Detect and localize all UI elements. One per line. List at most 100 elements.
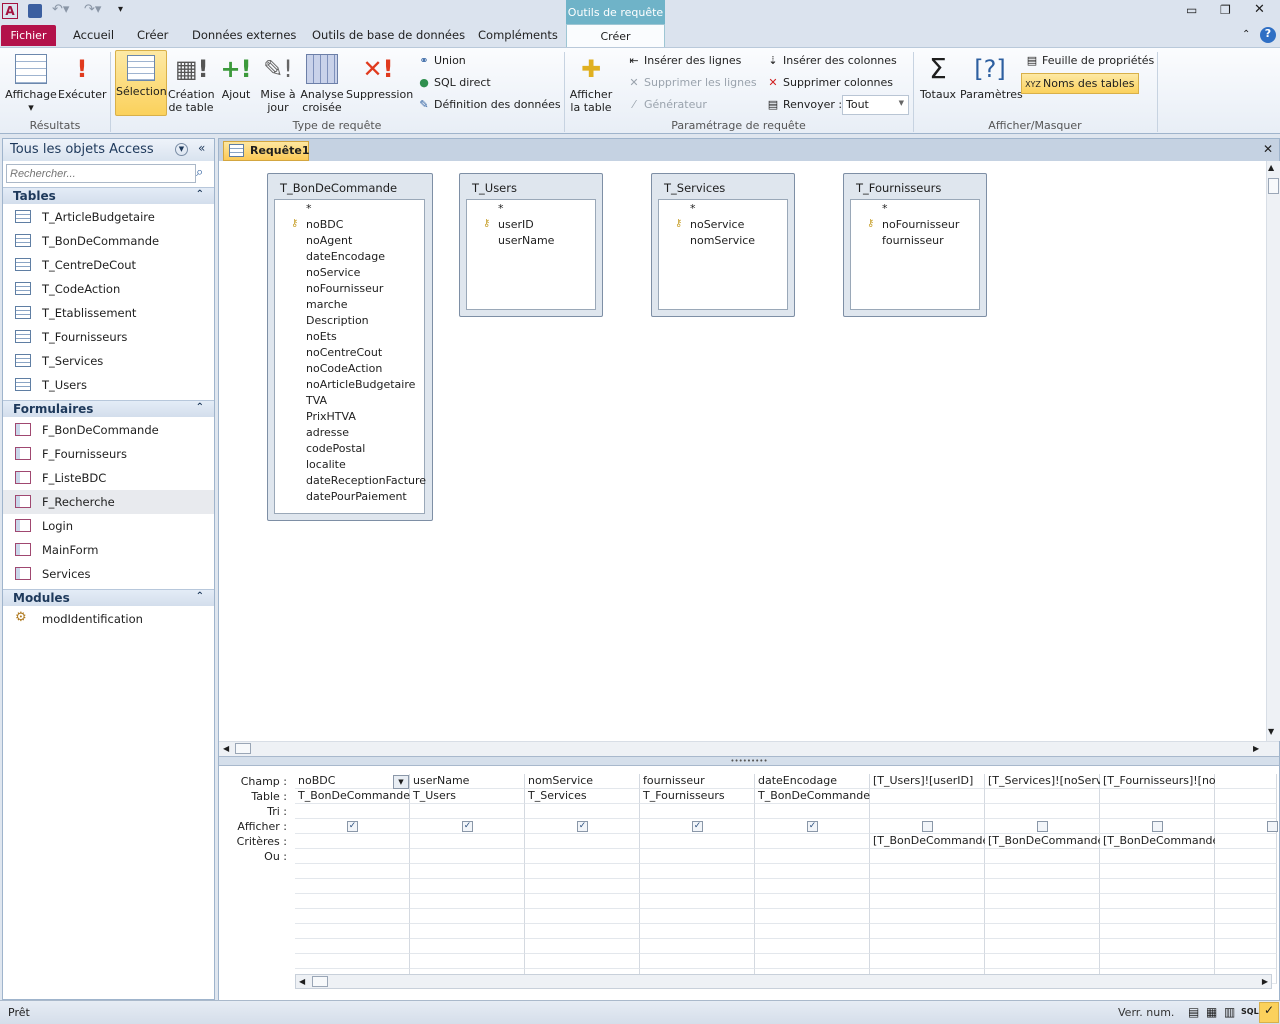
grid-table-cell[interactable] xyxy=(1100,789,1215,804)
append-button[interactable]: +! Ajout xyxy=(216,50,256,116)
grid-cell[interactable] xyxy=(640,924,755,939)
scroll-thumb[interactable] xyxy=(1268,178,1279,194)
grid-cell[interactable] xyxy=(410,924,525,939)
nav-item[interactable]: T_CodeAction xyxy=(3,277,214,301)
grid-cell[interactable] xyxy=(295,939,410,954)
field-list-T_BonDeCommande[interactable]: T_BonDeCommande * noBDC ⚷ noAgent dateEncodag… xyxy=(267,173,433,521)
grid-cell[interactable] xyxy=(525,954,640,969)
collapse-section-icon[interactable]: ⌃ xyxy=(196,591,204,602)
grid-cell[interactable] xyxy=(410,954,525,969)
return-dropdown[interactable]: Tout ▼ xyxy=(842,95,909,115)
nav-menu-dropdown-icon[interactable]: ▼ xyxy=(175,143,188,156)
tab-query-design[interactable]: Créer xyxy=(566,24,665,48)
grid-cell[interactable] xyxy=(640,894,755,909)
nav-item[interactable]: F_Fournisseurs xyxy=(3,442,214,466)
show-checkbox[interactable] xyxy=(1267,821,1278,832)
grid-cell[interactable] xyxy=(1100,909,1215,924)
grid-cell[interactable] xyxy=(1215,924,1277,939)
grid-cell[interactable] xyxy=(1100,879,1215,894)
field-item[interactable]: * xyxy=(498,202,504,215)
insert-columns-button[interactable]: ⇣ Insérer des colonnes xyxy=(765,54,896,67)
nav-section-tables[interactable]: Tables ⌃ xyxy=(3,187,214,204)
grid-cell[interactable] xyxy=(985,804,1100,819)
grid-cell[interactable] xyxy=(1215,849,1277,864)
grid-cell[interactable] xyxy=(295,804,410,819)
grid-criteria-cell[interactable] xyxy=(410,834,525,849)
field-list-title[interactable]: T_Users xyxy=(472,181,517,195)
delete-rows-button[interactable]: ✕ Supprimer les lignes xyxy=(626,76,756,89)
table-names-button[interactable]: XYZ Noms des tables xyxy=(1021,73,1140,94)
grid-cell[interactable] xyxy=(755,909,870,924)
grid-cell[interactable] xyxy=(1100,954,1215,969)
grid-cell[interactable] xyxy=(640,909,755,924)
show-checkbox[interactable] xyxy=(1152,821,1163,832)
grid-cell[interactable] xyxy=(295,954,410,969)
grid-cell[interactable] xyxy=(295,879,410,894)
grid-table-cell[interactable]: T_BonDeCommande xyxy=(755,789,870,804)
grid-field-cell[interactable]: [T_Fournisseurs]![noF xyxy=(1100,774,1215,789)
builder-button[interactable]: ⁄ Générateur xyxy=(626,98,707,111)
field-item[interactable]: noAgent xyxy=(306,234,352,247)
field-item[interactable]: noCodeAction xyxy=(306,362,382,375)
pivot-table-icon[interactable]: ▦ xyxy=(1206,1005,1217,1019)
scroll-up-icon[interactable]: ▲ xyxy=(1268,163,1274,172)
grid-cell[interactable] xyxy=(870,849,985,864)
field-item[interactable]: * xyxy=(306,202,312,215)
help-icon[interactable]: ? xyxy=(1260,27,1276,43)
grid-cell[interactable] xyxy=(755,864,870,879)
field-list-T_Fournisseurs[interactable]: T_Fournisseurs * noFournisseur ⚷ fournisseur xyxy=(843,173,987,317)
grid-cell[interactable] xyxy=(525,894,640,909)
close-button[interactable]: ✕ xyxy=(1254,2,1265,17)
grid-cell[interactable] xyxy=(1100,924,1215,939)
grid-cell[interactable] xyxy=(755,804,870,819)
grid-cell[interactable] xyxy=(755,924,870,939)
scroll-thumb[interactable] xyxy=(235,743,251,754)
pivot-chart-icon[interactable]: ▥ xyxy=(1224,1005,1235,1019)
tab-database-tools[interactable]: Outils de base de données xyxy=(312,28,465,42)
show-checkbox[interactable]: ✓ xyxy=(347,821,358,832)
nav-pane-header[interactable]: Tous les objets Access ▼ « xyxy=(3,139,214,161)
field-list-T_Users[interactable]: T_Users * userID ⚷ userName xyxy=(459,173,603,317)
scroll-right-icon[interactable]: ▶ xyxy=(1262,977,1268,986)
property-sheet-button[interactable]: ▤ Feuille de propriétés xyxy=(1024,54,1154,67)
nav-item[interactable]: T_ArticleBudgetaire xyxy=(3,205,214,229)
field-item[interactable]: noArticleBudgetaire xyxy=(306,378,415,391)
scroll-down-icon[interactable]: ▼ xyxy=(1268,727,1274,736)
document-tab-query1[interactable]: Requête1 xyxy=(223,141,309,161)
show-checkbox[interactable]: ✓ xyxy=(462,821,473,832)
field-item[interactable]: * xyxy=(882,202,888,215)
field-item[interactable]: fournisseur xyxy=(882,234,944,247)
grid-cell[interactable] xyxy=(525,849,640,864)
grid-field-cell[interactable]: [T_Services]![noService xyxy=(985,774,1100,789)
scroll-thumb[interactable] xyxy=(312,976,328,987)
grid-cell[interactable] xyxy=(295,864,410,879)
grid-cell[interactable] xyxy=(295,924,410,939)
grid-cell[interactable] xyxy=(985,939,1100,954)
scroll-right-icon[interactable]: ▶ xyxy=(1253,744,1259,753)
grid-criteria-cell[interactable]: [T_BonDeCommande] xyxy=(870,834,985,849)
nav-item[interactable]: T_Users xyxy=(3,373,214,397)
grid-cell[interactable] xyxy=(410,939,525,954)
grid-cell[interactable] xyxy=(410,894,525,909)
nav-item[interactable]: T_Fournisseurs xyxy=(3,325,214,349)
grid-table-cell[interactable] xyxy=(870,789,985,804)
search-icon[interactable]: ⌕ xyxy=(196,165,203,180)
field-list-T_Services[interactable]: T_Services * noService ⚷ nomService xyxy=(651,173,795,317)
grid-horizontal-scrollbar[interactable]: ◀ ▶ xyxy=(295,974,1272,989)
grid-criteria-cell[interactable] xyxy=(640,834,755,849)
grid-cell[interactable] xyxy=(870,879,985,894)
grid-table-cell[interactable] xyxy=(1215,789,1280,804)
grid-field-cell[interactable] xyxy=(1215,774,1277,789)
grid-cell[interactable] xyxy=(985,864,1100,879)
grid-cell[interactable] xyxy=(870,909,985,924)
data-definition-button[interactable]: ✎ Définition des données xyxy=(416,98,560,111)
scroll-left-icon[interactable]: ◀ xyxy=(299,977,305,986)
grid-cell[interactable] xyxy=(525,939,640,954)
tab-file[interactable]: Fichier xyxy=(1,25,56,46)
field-item[interactable]: adresse xyxy=(306,426,349,439)
grid-cell[interactable] xyxy=(525,864,640,879)
grid-cell[interactable] xyxy=(640,954,755,969)
grid-cell[interactable] xyxy=(1215,894,1277,909)
grid-cell[interactable] xyxy=(1215,879,1277,894)
field-item[interactable]: PrixHTVA xyxy=(306,410,356,423)
